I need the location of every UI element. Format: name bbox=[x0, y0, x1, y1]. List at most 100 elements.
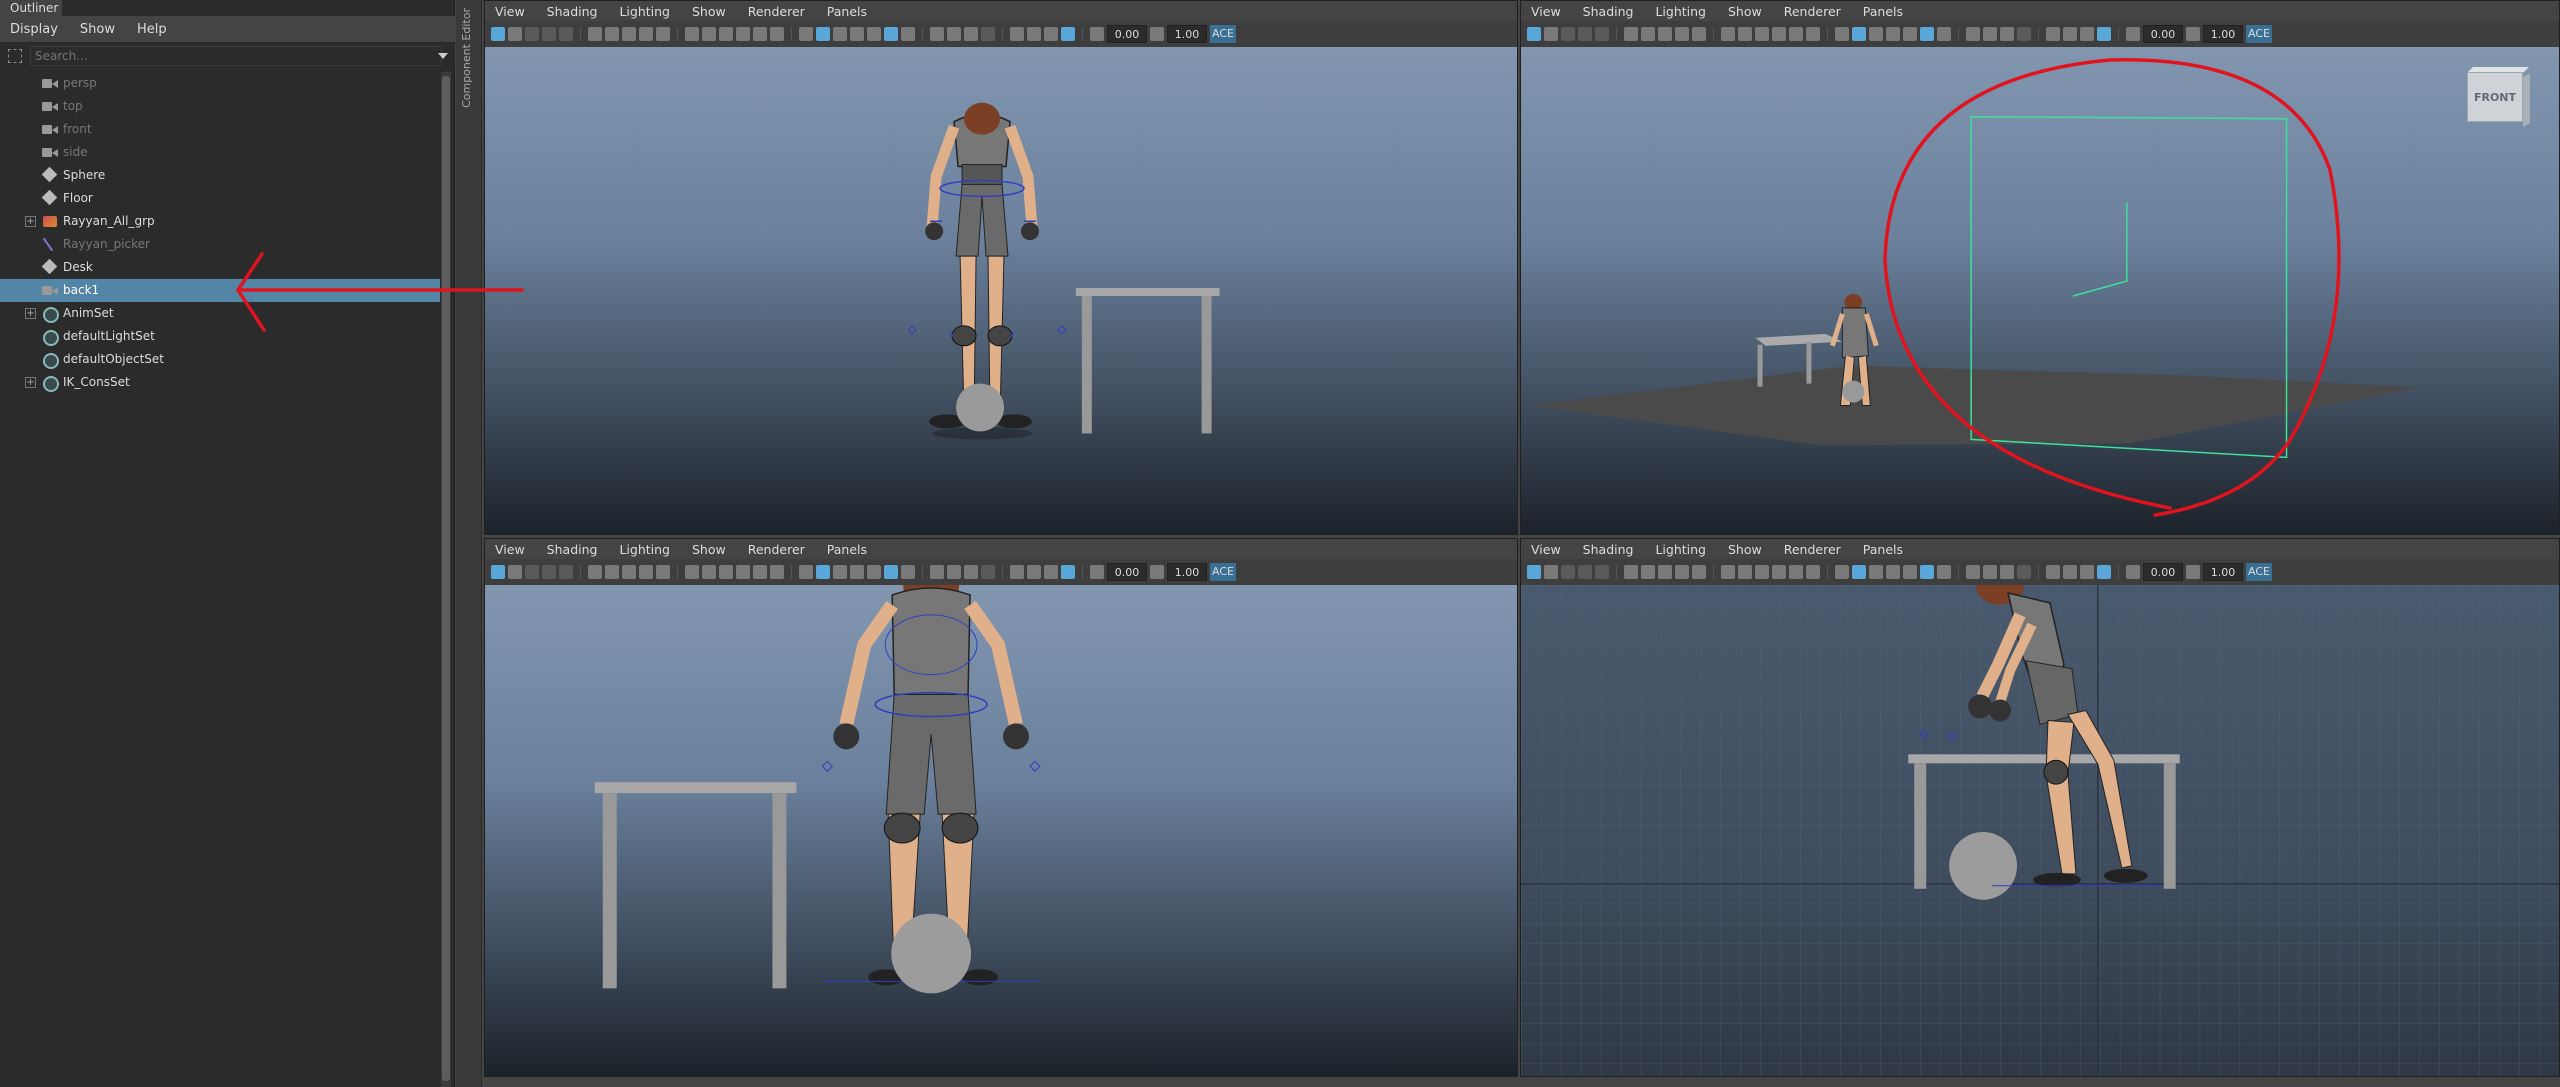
filter-icon[interactable] bbox=[8, 49, 22, 63]
toolbar-tool-icon[interactable] bbox=[1806, 27, 1820, 41]
toolbar-tool-icon[interactable] bbox=[1061, 565, 1075, 579]
toolbar-tool-icon[interactable] bbox=[1966, 565, 1980, 579]
toolbar-tool-icon[interactable] bbox=[1886, 565, 1900, 579]
gamma-field[interactable]: 1.00 bbox=[1167, 25, 1207, 43]
outliner-menu-show[interactable]: Show bbox=[80, 22, 115, 37]
toolbar-tool-icon[interactable] bbox=[884, 27, 898, 41]
toolbar-tool-icon[interactable] bbox=[1561, 27, 1575, 41]
toolbar-tool-icon[interactable] bbox=[1027, 565, 1041, 579]
viewport-menu-view[interactable]: View bbox=[495, 542, 525, 557]
toolbar-tool-icon[interactable] bbox=[901, 565, 915, 579]
toolbar-tool-icon[interactable] bbox=[1852, 27, 1866, 41]
toolbar-tool-icon[interactable] bbox=[736, 27, 750, 41]
toolbar-tool-icon[interactable] bbox=[605, 565, 619, 579]
toolbar-tool-icon[interactable] bbox=[964, 565, 978, 579]
toolbar-tool-icon[interactable] bbox=[1852, 565, 1866, 579]
outliner-item[interactable]: Floor bbox=[0, 187, 440, 210]
viewport-menu-lighting[interactable]: Lighting bbox=[1655, 4, 1706, 19]
toolbar-tool-icon[interactable] bbox=[1641, 565, 1655, 579]
toolbar-tool-icon[interactable] bbox=[1966, 27, 1980, 41]
toolbar-tool-icon[interactable] bbox=[884, 565, 898, 579]
viewport-menu-renderer[interactable]: Renderer bbox=[748, 542, 805, 557]
viewport-canvas[interactable]: FRONT bbox=[1521, 47, 2559, 534]
gamma-field[interactable]: 1.00 bbox=[1167, 563, 1207, 581]
viewport-menu-show[interactable]: Show bbox=[692, 4, 726, 19]
viewcube-front-face[interactable]: FRONT bbox=[2467, 72, 2523, 122]
toolbar-tool-icon[interactable] bbox=[639, 27, 653, 41]
toolbar-tool-icon[interactable] bbox=[799, 565, 813, 579]
outliner-item[interactable]: defaultLightSet bbox=[0, 325, 440, 348]
viewport-menu-view[interactable]: View bbox=[1531, 4, 1561, 19]
toolbar-tool-icon[interactable] bbox=[1544, 565, 1558, 579]
toolbar-tool-icon[interactable] bbox=[719, 565, 733, 579]
toolbar-tool-icon[interactable] bbox=[1835, 565, 1849, 579]
toolbar-tool-icon[interactable] bbox=[1675, 565, 1689, 579]
toolbar-tool-icon[interactable] bbox=[1561, 565, 1575, 579]
toolbar-tool-icon[interactable] bbox=[901, 27, 915, 41]
character-rig[interactable] bbox=[907, 102, 1067, 429]
outliner-item[interactable]: side bbox=[0, 141, 440, 164]
toolbar-tool-icon[interactable] bbox=[867, 27, 881, 41]
outliner-item[interactable]: + IK_ConsSet bbox=[0, 371, 440, 394]
outliner-item[interactable]: + Rayyan_All_grp bbox=[0, 210, 440, 233]
viewport-menu-panels[interactable]: Panels bbox=[1863, 542, 1903, 557]
toolbar-tool-icon[interactable] bbox=[491, 565, 505, 579]
toolbar-tool-icon[interactable] bbox=[1578, 27, 1592, 41]
toolbar-tool-icon[interactable] bbox=[1624, 565, 1638, 579]
color-space-button[interactable]: ACE bbox=[1210, 563, 1236, 581]
toolbar-tool-icon[interactable] bbox=[656, 565, 670, 579]
toolbar-tool-icon[interactable] bbox=[930, 27, 944, 41]
expand-icon[interactable]: + bbox=[25, 308, 36, 319]
toolbar-tool-icon[interactable] bbox=[2063, 27, 2077, 41]
toolbar-tool-icon[interactable] bbox=[770, 565, 784, 579]
toolbar-tool-icon[interactable] bbox=[1675, 27, 1689, 41]
toolbar-tool-icon[interactable] bbox=[1869, 27, 1883, 41]
toolbar-tool-icon[interactable] bbox=[1544, 27, 1558, 41]
toolbar-tool-icon[interactable] bbox=[1937, 565, 1951, 579]
toolbar-tool-icon[interactable] bbox=[685, 565, 699, 579]
desk-object[interactable] bbox=[1075, 288, 1220, 434]
outliner-tab[interactable]: Outliner bbox=[0, 0, 62, 16]
toolbar-tool-icon[interactable] bbox=[588, 27, 602, 41]
toolbar-tool-icon[interactable] bbox=[542, 27, 556, 41]
toolbar-tool-icon[interactable] bbox=[1595, 27, 1609, 41]
outliner-item[interactable]: Desk bbox=[0, 256, 440, 279]
viewport-canvas[interactable] bbox=[485, 585, 1517, 1076]
toolbar-tool-icon[interactable] bbox=[719, 27, 733, 41]
toolbar-tool-icon[interactable] bbox=[1937, 27, 1951, 41]
toolbar-tool-icon[interactable] bbox=[799, 27, 813, 41]
toolbar-tool-icon[interactable] bbox=[753, 27, 767, 41]
toolbar-tool-icon[interactable] bbox=[964, 27, 978, 41]
toolbar-tool-icon[interactable] bbox=[1789, 565, 1803, 579]
toolbar-tool-icon[interactable] bbox=[2017, 565, 2031, 579]
outliner-search-input[interactable] bbox=[30, 46, 442, 66]
sphere-object[interactable] bbox=[956, 383, 1004, 432]
gamma-field[interactable]: 1.00 bbox=[2203, 563, 2243, 581]
toolbar-tool-icon[interactable] bbox=[639, 565, 653, 579]
toolbar-tool-icon[interactable] bbox=[1658, 565, 1672, 579]
toolbar-tool-icon[interactable] bbox=[930, 565, 944, 579]
sphere-object[interactable] bbox=[891, 913, 972, 994]
outliner-item[interactable]: front bbox=[0, 118, 440, 141]
viewcube[interactable]: FRONT bbox=[2467, 67, 2530, 130]
toolbar-tool-icon[interactable] bbox=[1578, 565, 1592, 579]
toolbar-tool-icon[interactable] bbox=[1721, 27, 1735, 41]
toolbar-tool-icon[interactable] bbox=[685, 27, 699, 41]
toolbar-tool-icon[interactable] bbox=[2017, 27, 2031, 41]
sphere-object[interactable] bbox=[1949, 831, 2018, 900]
toolbar-tool-icon[interactable] bbox=[736, 565, 750, 579]
viewport-menu-panels[interactable]: Panels bbox=[1863, 4, 1903, 19]
outliner-item[interactable]: persp bbox=[0, 72, 440, 95]
toolbar-tool-icon[interactable] bbox=[2126, 27, 2140, 41]
toolbar-tool-icon[interactable] bbox=[1806, 565, 1820, 579]
toolbar-tool-icon[interactable] bbox=[2080, 565, 2094, 579]
toolbar-tool-icon[interactable] bbox=[816, 27, 830, 41]
toolbar-tool-icon[interactable] bbox=[1010, 565, 1024, 579]
toolbar-tool-icon[interactable] bbox=[559, 565, 573, 579]
viewport-menu-view[interactable]: View bbox=[1531, 542, 1561, 557]
toolbar-tool-icon[interactable] bbox=[1920, 27, 1934, 41]
viewport-menu-renderer[interactable]: Renderer bbox=[1784, 542, 1841, 557]
toolbar-tool-icon[interactable] bbox=[702, 565, 716, 579]
toolbar-tool-icon[interactable] bbox=[1641, 27, 1655, 41]
toolbar-tool-icon[interactable] bbox=[1738, 565, 1752, 579]
